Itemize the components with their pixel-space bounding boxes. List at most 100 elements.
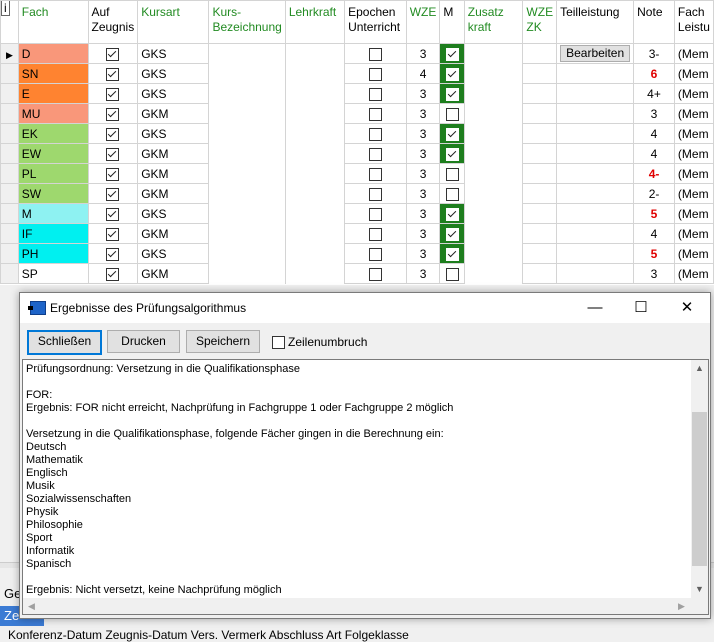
wze-zk-cell[interactable] bbox=[522, 83, 558, 104]
zeugnis-checkbox[interactable] bbox=[106, 87, 120, 101]
zeugnis-checkbox[interactable] bbox=[106, 127, 120, 141]
zeugnis-checkbox[interactable] bbox=[106, 167, 120, 181]
fachleistung-cell[interactable]: (Mem bbox=[673, 163, 714, 184]
m-cell[interactable] bbox=[439, 223, 465, 244]
results-horizontal-scrollbar[interactable]: ◀ ▶ bbox=[23, 598, 708, 614]
wze-cell[interactable]: 3 bbox=[405, 163, 441, 184]
m-cell[interactable] bbox=[439, 163, 465, 184]
zeugnis-checkbox[interactable] bbox=[106, 107, 120, 121]
table-row[interactable]: SN GKS 4 6 (Mem bbox=[0, 63, 714, 84]
lehrkraft-cell[interactable] bbox=[284, 263, 346, 284]
note-cell[interactable]: 4 bbox=[633, 143, 675, 164]
fach-cell[interactable]: EK bbox=[17, 123, 89, 144]
kursart-cell[interactable]: GKM bbox=[137, 223, 210, 244]
fach-cell[interactable]: M bbox=[17, 203, 89, 224]
kursart-cell[interactable]: GKS bbox=[137, 243, 210, 264]
note-cell[interactable]: 4 bbox=[633, 123, 675, 144]
m-checkbox[interactable] bbox=[445, 187, 459, 201]
epochen-checkbox[interactable] bbox=[368, 267, 382, 281]
epochen-checkbox[interactable] bbox=[368, 87, 382, 101]
teilleistung-cell[interactable] bbox=[556, 163, 635, 184]
kursart-cell[interactable]: GKM bbox=[137, 183, 210, 204]
col-header-wze-zk[interactable]: WZE ZK bbox=[522, 0, 558, 44]
epochen-cell[interactable] bbox=[344, 103, 407, 124]
note-cell[interactable]: 3 bbox=[633, 263, 675, 284]
zusatzkraft-cell[interactable] bbox=[463, 263, 524, 284]
note-cell[interactable]: 6 bbox=[633, 63, 675, 84]
zeugnis-cell[interactable] bbox=[87, 143, 139, 164]
table-row[interactable]: PH GKS 3 5 (Mem bbox=[0, 243, 714, 264]
zeugnis-cell[interactable] bbox=[87, 163, 139, 184]
kursart-cell[interactable]: GKM bbox=[137, 263, 210, 284]
note-cell[interactable]: 3- bbox=[633, 43, 675, 64]
note-cell[interactable]: 2- bbox=[633, 183, 675, 204]
kursart-cell[interactable]: GKM bbox=[137, 143, 210, 164]
m-cell[interactable] bbox=[439, 263, 465, 284]
m-checkbox[interactable] bbox=[445, 87, 459, 101]
col-header-note[interactable]: Note bbox=[633, 0, 675, 44]
col-header-fach[interactable]: Fach bbox=[17, 0, 89, 44]
fachleistung-cell[interactable]: (Mem bbox=[673, 123, 714, 144]
zeugnis-checkbox[interactable] bbox=[106, 227, 120, 241]
fach-cell[interactable]: PL bbox=[17, 163, 89, 184]
fachleistung-cell[interactable]: (Mem bbox=[673, 223, 714, 244]
epochen-checkbox[interactable] bbox=[368, 247, 382, 261]
wze-zk-cell[interactable] bbox=[522, 223, 558, 244]
teilleistung-cell[interactable] bbox=[556, 83, 635, 104]
wze-cell[interactable]: 3 bbox=[405, 223, 441, 244]
zeugnis-checkbox[interactable] bbox=[106, 187, 120, 201]
scroll-up-icon[interactable]: ▲ bbox=[691, 360, 708, 377]
m-checkbox[interactable] bbox=[445, 67, 459, 81]
wze-zk-cell[interactable] bbox=[522, 143, 558, 164]
lehrkraft-cell[interactable] bbox=[284, 83, 346, 104]
m-checkbox[interactable] bbox=[445, 147, 459, 161]
m-cell[interactable] bbox=[439, 103, 465, 124]
close-button[interactable]: ✕ bbox=[664, 293, 710, 323]
teilleistung-cell[interactable] bbox=[556, 63, 635, 84]
zusatzkraft-cell[interactable] bbox=[463, 183, 524, 204]
table-row[interactable]: PL GKM 3 4- (Mem bbox=[0, 163, 714, 184]
kurs-bezeichnung-cell[interactable] bbox=[208, 123, 286, 144]
col-header-auf-zeugnis[interactable]: Auf Zeugnis bbox=[87, 0, 139, 44]
fach-cell[interactable]: E bbox=[17, 83, 89, 104]
epochen-cell[interactable] bbox=[344, 263, 407, 284]
lehrkraft-cell[interactable] bbox=[284, 183, 346, 204]
teilleistung-cell[interactable] bbox=[556, 263, 635, 284]
m-checkbox[interactable] bbox=[445, 107, 459, 121]
fach-cell[interactable]: SP bbox=[17, 263, 89, 284]
fachleistung-cell[interactable]: (Mem bbox=[673, 63, 714, 84]
zusatzkraft-cell[interactable] bbox=[463, 163, 524, 184]
maximize-button[interactable]: ☐ bbox=[618, 293, 664, 323]
table-row[interactable]: SP GKM 3 3 (Mem bbox=[0, 263, 714, 284]
results-vertical-scrollbar[interactable]: ▲ ▼ bbox=[691, 360, 708, 598]
epochen-checkbox[interactable] bbox=[368, 67, 382, 81]
lehrkraft-cell[interactable] bbox=[284, 103, 346, 124]
col-header-zusatzkraft[interactable]: Zusatz kraft bbox=[463, 0, 524, 44]
kursart-cell[interactable]: GKM bbox=[137, 163, 210, 184]
bearbeiten-button[interactable]: Bearbeiten bbox=[560, 45, 631, 62]
zeugnis-cell[interactable] bbox=[87, 63, 139, 84]
row-indicator[interactable] bbox=[0, 163, 19, 184]
fachleistung-cell[interactable]: (Mem bbox=[673, 243, 714, 264]
teilleistung-cell[interactable] bbox=[556, 143, 635, 164]
teilleistung-cell[interactable]: Bearbeiten bbox=[556, 43, 635, 64]
m-checkbox[interactable] bbox=[445, 267, 459, 281]
zusatzkraft-cell[interactable] bbox=[463, 223, 524, 244]
zeugnis-cell[interactable] bbox=[87, 103, 139, 124]
zusatzkraft-cell[interactable] bbox=[463, 103, 524, 124]
row-indicator[interactable] bbox=[0, 203, 19, 224]
zeugnis-checkbox[interactable] bbox=[106, 67, 120, 81]
lehrkraft-cell[interactable] bbox=[284, 163, 346, 184]
wze-zk-cell[interactable] bbox=[522, 263, 558, 284]
epochen-cell[interactable] bbox=[344, 223, 407, 244]
zeugnis-cell[interactable] bbox=[87, 223, 139, 244]
scroll-down-icon[interactable]: ▼ bbox=[691, 581, 708, 598]
m-cell[interactable] bbox=[439, 183, 465, 204]
wze-cell[interactable]: 3 bbox=[405, 43, 441, 64]
epochen-cell[interactable] bbox=[344, 143, 407, 164]
info-header[interactable]: i bbox=[0, 0, 19, 44]
zusatzkraft-cell[interactable] bbox=[463, 43, 524, 64]
fach-cell[interactable]: PH bbox=[17, 243, 89, 264]
zeugnis-checkbox[interactable] bbox=[106, 47, 120, 61]
lehrkraft-cell[interactable] bbox=[284, 63, 346, 84]
